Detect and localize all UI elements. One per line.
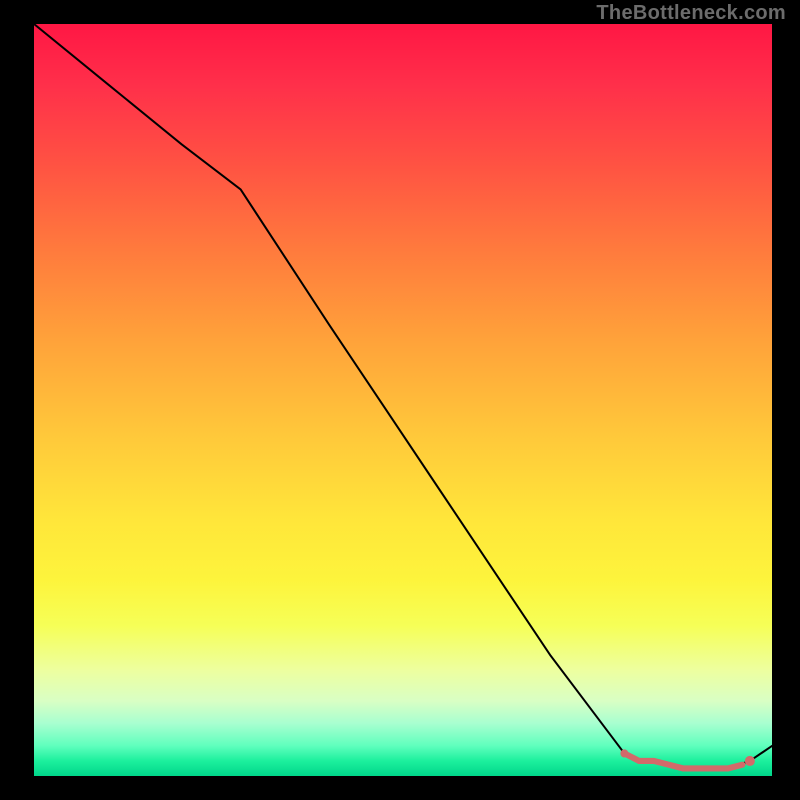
chart-frame: TheBottleneck.com (0, 0, 800, 800)
plot-background (34, 24, 772, 776)
watermark-text: TheBottleneck.com (596, 2, 786, 25)
